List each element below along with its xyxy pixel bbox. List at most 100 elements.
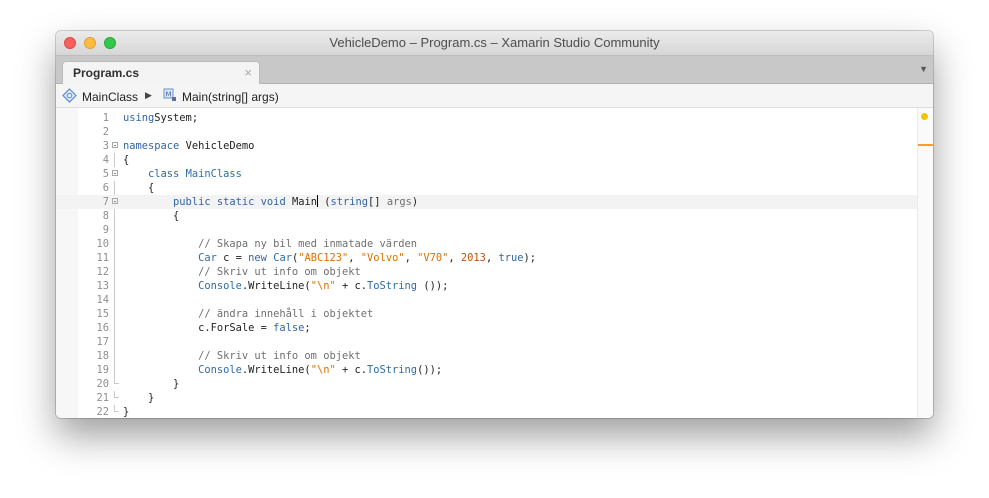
code-token: Car xyxy=(273,252,292,264)
code-line[interactable]: 19 Console.WriteLine("\n" + c.ToString()… xyxy=(56,363,918,377)
tab-program-cs[interactable]: Program.cs × xyxy=(62,61,260,84)
code-token: "\n" xyxy=(310,364,336,376)
fold-end-marker xyxy=(114,377,119,384)
ide-window: VehicleDemo – Program.cs – Xamarin Studi… xyxy=(56,31,933,418)
code-token: namespace xyxy=(123,140,180,152)
code-token: args xyxy=(386,196,412,208)
class-icon xyxy=(62,88,77,106)
breadcrumb: MainClass ▶ M Main(string[] args) xyxy=(56,84,933,108)
line-number: 16 xyxy=(96,322,109,334)
code-token: Car xyxy=(198,252,217,264)
tab-label: Program.cs xyxy=(73,66,140,80)
line-number: 7 xyxy=(102,196,109,208)
line-number: 4 xyxy=(102,154,109,166)
fold-guide xyxy=(114,265,115,279)
code-line[interactable]: 20 } xyxy=(56,377,918,391)
code-token: // Skriv ut info om objekt xyxy=(198,266,361,278)
fold-guide xyxy=(114,349,115,363)
code-token: c.ForSale = xyxy=(123,322,274,334)
code-text: Car c = new Car("ABC123", "Volvo", "V70"… xyxy=(123,251,536,265)
code-token: // Skapa ny bil med inmatade värden xyxy=(198,238,418,250)
code-line[interactable]: 9 xyxy=(56,223,918,237)
fold-guide xyxy=(114,251,115,265)
code-token: ; xyxy=(304,322,311,334)
code-line[interactable]: 22} xyxy=(56,405,918,418)
code-token: System; xyxy=(154,112,199,124)
line-number: 20 xyxy=(96,378,109,390)
breadcrumb-class[interactable]: MainClass xyxy=(62,88,138,106)
code-line[interactable]: 16 c.ForSale = false; xyxy=(56,321,918,335)
code-token: + c. xyxy=(335,280,368,292)
line-number: 15 xyxy=(96,308,109,320)
code-token: // ändra innehåll i objektet xyxy=(198,308,374,320)
breadcrumb-method[interactable]: M Main(string[] args) xyxy=(163,88,279,105)
line-number: 11 xyxy=(96,252,109,264)
code-text: } xyxy=(123,391,154,405)
tab-bar: Program.cs × ▼ xyxy=(56,56,933,84)
fold-guide xyxy=(114,153,115,167)
code-editor[interactable]: 1 usingSystem; 2 3 namespace VehicleDemo 4{5 … xyxy=(56,108,933,418)
code-line[interactable]: 8 { xyxy=(56,209,918,223)
chevron-down-icon[interactable]: ▼ xyxy=(919,64,928,74)
code-line[interactable]: 12 // Skriv ut info om objekt xyxy=(56,265,918,279)
code-text: // Skriv ut info om objekt xyxy=(123,265,361,279)
line-number: 13 xyxy=(96,280,109,292)
line-number: 8 xyxy=(102,210,109,222)
tab-close-icon[interactable]: × xyxy=(244,65,252,80)
fold-guide xyxy=(114,223,115,237)
editor-scrollbar[interactable] xyxy=(917,108,933,418)
code-text: c.ForSale = false; xyxy=(123,321,311,335)
code-token: ToString xyxy=(367,280,418,292)
code-line[interactable]: 4{ xyxy=(56,153,918,167)
fold-icon[interactable] xyxy=(112,198,118,204)
code-line[interactable]: 15 // ändra innehåll i objektet xyxy=(56,307,918,321)
svg-text:M: M xyxy=(166,91,172,99)
line-number: 17 xyxy=(96,336,109,348)
code-token: ()); xyxy=(417,280,449,292)
code-token: new xyxy=(248,252,267,264)
code-line[interactable]: 17 xyxy=(56,335,918,349)
code-token: static xyxy=(216,196,255,208)
code-line[interactable]: 2 xyxy=(56,125,918,139)
warning-marker-icon xyxy=(921,113,928,120)
code-line[interactable]: 3 namespace VehicleDemo xyxy=(56,139,918,153)
code-text: usingSystem; xyxy=(123,111,198,125)
code-line[interactable]: 18 // Skriv ut info om objekt xyxy=(56,349,918,363)
line-number: 19 xyxy=(96,364,109,376)
fold-icon[interactable] xyxy=(112,142,118,148)
code-line[interactable]: 5 class MainClass xyxy=(56,167,918,181)
line-number: 1 xyxy=(102,112,109,124)
code-line[interactable]: 13 Console.WriteLine("\n" + c.ToString (… xyxy=(56,279,918,293)
code-text: { xyxy=(123,209,179,223)
code-token: VehicleDemo xyxy=(179,140,255,152)
code-line[interactable]: 21 } xyxy=(56,391,918,405)
line-number: 21 xyxy=(96,392,109,404)
code-line[interactable]: 7 public static void Main (string[] args… xyxy=(56,195,918,209)
fold-guide xyxy=(114,293,115,307)
fold-guide xyxy=(114,237,115,251)
code-line[interactable]: 14 xyxy=(56,293,918,307)
code-token: Main xyxy=(285,196,317,208)
code-line[interactable]: 1 usingSystem; xyxy=(56,111,918,125)
code-token: "V70" xyxy=(417,252,449,264)
code-token: string xyxy=(330,196,369,208)
fold-end-marker xyxy=(114,405,119,412)
line-number: 9 xyxy=(102,224,109,236)
line-number: 10 xyxy=(96,238,109,250)
code-text: } xyxy=(123,377,179,391)
code-line[interactable]: 11 Car c = new Car("ABC123", "Volvo", "V… xyxy=(56,251,918,265)
fold-icon[interactable] xyxy=(112,170,118,176)
code-token: .WriteLine( xyxy=(241,364,311,376)
breadcrumb-method-label: Main(string[] args) xyxy=(182,89,279,104)
code-token: using xyxy=(123,112,155,124)
cursor-position-marker xyxy=(918,144,933,146)
code-line[interactable]: 10 // Skapa ny bil med inmatade värden xyxy=(56,237,918,251)
code-token: void xyxy=(260,196,286,208)
code-line[interactable]: 6 { xyxy=(56,181,918,195)
code-token: { xyxy=(123,182,155,194)
